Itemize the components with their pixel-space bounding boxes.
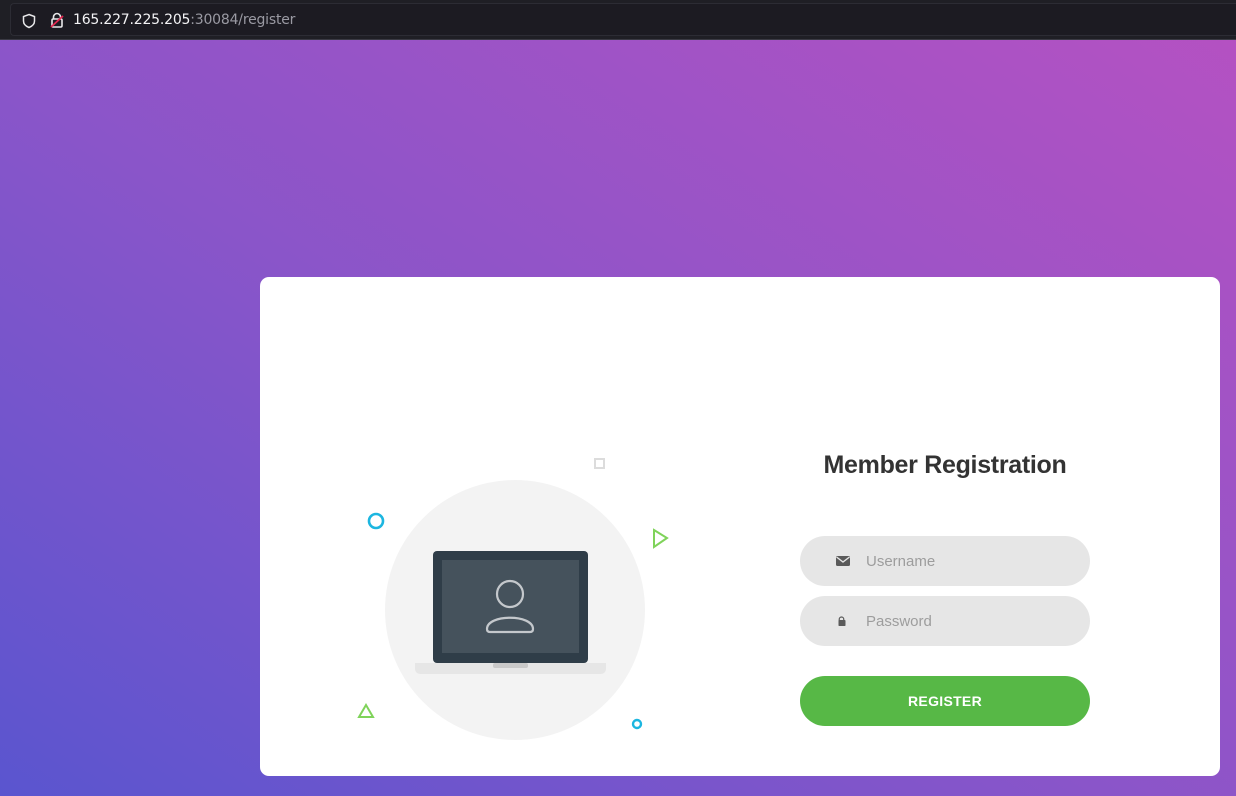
laptop-icon <box>415 551 606 674</box>
circle-decoration-small <box>631 718 643 730</box>
browser-toolbar: 165.227.225.205:30084/register <box>0 0 1236 40</box>
lock-icon[interactable] <box>49 12 65 29</box>
register-button[interactable]: REGISTER <box>800 676 1090 726</box>
password-input[interactable] <box>866 596 1076 646</box>
shield-icon[interactable] <box>21 13 37 29</box>
address-bar[interactable]: 165.227.225.205:30084/register <box>10 3 1236 36</box>
circle-decoration <box>367 512 385 530</box>
triangle-decoration-small <box>357 703 375 718</box>
envelope-icon <box>836 556 850 566</box>
password-field[interactable] <box>800 596 1090 646</box>
registration-card: Member Registration REGISTER <box>260 277 1220 776</box>
square-decoration <box>594 458 605 469</box>
triangle-decoration <box>653 528 669 549</box>
url-host: 165.227.225.205 <box>73 12 191 28</box>
form-title: Member Registration <box>823 451 1067 479</box>
url-text[interactable]: 165.227.225.205:30084/register <box>73 12 295 29</box>
lock-icon <box>838 616 846 626</box>
laptop-illustration <box>357 458 669 740</box>
username-input[interactable] <box>866 536 1076 586</box>
url-path: :30084/register <box>190 12 296 28</box>
username-field[interactable] <box>800 536 1090 586</box>
